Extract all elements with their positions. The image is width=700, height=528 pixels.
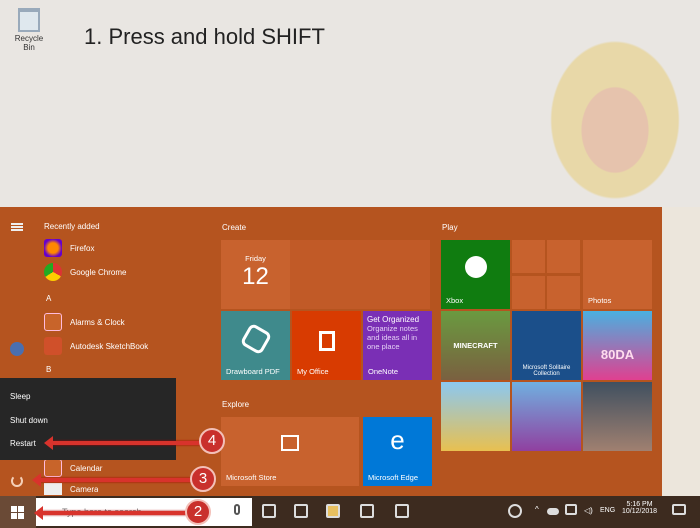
group-explore: Explore: [222, 400, 250, 409]
tile-mail[interactable]: [290, 240, 430, 309]
windows-logo-icon: [11, 506, 24, 519]
tile-onenote[interactable]: Get Organized Organize notes and ideas al…: [363, 311, 432, 380]
tile-label: MINECRAFT: [453, 341, 498, 350]
tile-edge[interactable]: e Microsoft Edge: [363, 417, 432, 486]
volume-icon[interactable]: ◁): [584, 506, 593, 515]
tile-label: My Office: [297, 367, 329, 376]
app-label: Calendar: [70, 463, 103, 473]
tile-g5-game[interactable]: [583, 382, 652, 451]
tile-my-office[interactable]: My Office: [292, 311, 361, 380]
step-badge-3: 3: [190, 466, 216, 492]
tile-label: Microsoft Solitaire Collection: [522, 365, 571, 377]
wallpaper: [662, 207, 700, 496]
wallpaper-photo: [520, 20, 700, 207]
power-shut-down[interactable]: Shut down: [10, 416, 48, 425]
clock-date: 10/12/2018: [622, 508, 658, 515]
action-center-icon[interactable]: [672, 504, 686, 515]
tile-store[interactable]: Microsoft Store: [221, 417, 359, 486]
onedrive-icon[interactable]: [547, 508, 559, 515]
xbox-icon: [464, 256, 487, 278]
office-icon: [318, 331, 335, 351]
power-icon[interactable]: [11, 475, 23, 487]
network-icon[interactable]: [565, 504, 577, 515]
onenote-body: Organize notes and ideas all in one plac…: [367, 324, 418, 351]
app-alarms[interactable]: Alarms & Clock: [44, 313, 125, 331]
edge-icon: e: [390, 425, 405, 455]
app-label: Google Chrome: [70, 267, 127, 277]
step-badge-4: 4: [199, 428, 225, 454]
arrow-to-power: [32, 473, 192, 487]
tile-photos[interactable]: Photos: [583, 240, 652, 309]
app-sketchbook[interactable]: Autodesk SketchBook: [44, 337, 148, 355]
store-taskbar-icon[interactable]: [360, 504, 374, 518]
mail-taskbar-icon[interactable]: [395, 504, 409, 518]
tile-calculator[interactable]: [512, 276, 545, 309]
letter-header[interactable]: B: [46, 365, 51, 374]
app-label: Firefox: [70, 243, 95, 253]
calendar-date: 12: [242, 263, 269, 290]
tile-candy-crush[interactable]: 80DA: [583, 311, 652, 380]
calendar-icon: [44, 459, 62, 477]
show-hidden-icons[interactable]: ^: [535, 505, 539, 514]
app-firefox[interactable]: Firefox: [44, 239, 94, 257]
tile-label: Xbox: [446, 296, 464, 305]
tile-label: Microsoft Store: [226, 473, 277, 482]
onenote-title: Get Organized: [367, 315, 420, 324]
app-label: Camera: [70, 484, 99, 494]
tile-disney-game[interactable]: [441, 382, 510, 451]
tile-calendar[interactable]: Friday 12: [221, 240, 290, 309]
group-create: Create: [222, 223, 247, 232]
clock[interactable]: 5:16 PM 10/12/2018: [622, 501, 657, 515]
recently-added-header: Recently added: [44, 222, 100, 231]
letter-header[interactable]: A: [46, 294, 51, 303]
tile-label: Photos: [588, 296, 612, 305]
hamburger-menu-icon[interactable]: [11, 223, 23, 231]
clock-time: 5:16 PM: [626, 501, 653, 508]
people-icon[interactable]: [508, 504, 522, 518]
step-badge-2: 2: [185, 499, 211, 525]
power-restart[interactable]: Restart: [10, 439, 36, 448]
user-avatar[interactable]: [10, 342, 24, 356]
arrow-to-restart: [44, 436, 202, 450]
app-camera[interactable]: Camera: [44, 483, 98, 495]
tile-minecraft[interactable]: MINECRAFT: [441, 311, 510, 380]
tile-solitaire[interactable]: Microsoft Solitaire Collection: [512, 311, 581, 380]
group-play: Play: [442, 223, 458, 232]
tile-drawboard[interactable]: Drawboard PDF: [221, 311, 290, 380]
alarm-clock-icon: [44, 313, 62, 331]
microphone-icon[interactable]: [234, 504, 240, 515]
start-button[interactable]: [0, 496, 36, 528]
arrow-to-start: [34, 506, 188, 520]
tile-label: Microsoft Edge: [368, 473, 419, 482]
language-indicator[interactable]: ENG: [600, 507, 615, 514]
recycle-bin-label: Recycle Bin: [14, 34, 44, 52]
tile-label: Drawboard PDF: [226, 367, 280, 376]
tile-movies[interactable]: [512, 240, 545, 273]
firefox-icon: [44, 239, 62, 257]
calendar-day: Friday: [245, 254, 266, 263]
tile-groove[interactable]: [547, 240, 580, 273]
task-view-icon[interactable]: [262, 504, 276, 518]
store-icon: [281, 435, 299, 451]
camera-icon: [44, 483, 62, 495]
app-label: Autodesk SketchBook: [70, 341, 149, 351]
recycle-bin-icon: [18, 8, 40, 32]
edge-taskbar-icon[interactable]: [294, 504, 308, 518]
tile-bubble-witch[interactable]: [512, 382, 581, 451]
instruction-title: 1. Press and hold SHIFT: [84, 24, 325, 49]
drawboard-icon: [239, 322, 272, 356]
power-menu: Sleep Shut down Restart: [0, 378, 176, 460]
power-sleep[interactable]: Sleep: [10, 392, 30, 401]
chrome-icon: [44, 263, 62, 281]
file-explorer-icon[interactable]: [326, 504, 340, 518]
tile-label: 80DA: [600, 347, 635, 362]
tile-xbox[interactable]: Xbox: [441, 240, 510, 309]
app-label: Alarms & Clock: [70, 317, 125, 327]
tile-label: OneNote: [368, 367, 399, 376]
tile-webcam[interactable]: [547, 276, 580, 309]
recycle-bin[interactable]: Recycle Bin: [8, 8, 50, 52]
app-chrome[interactable]: Google Chrome: [44, 263, 126, 281]
app-calendar[interactable]: Calendar: [44, 459, 102, 477]
sketchbook-icon: [44, 337, 62, 355]
